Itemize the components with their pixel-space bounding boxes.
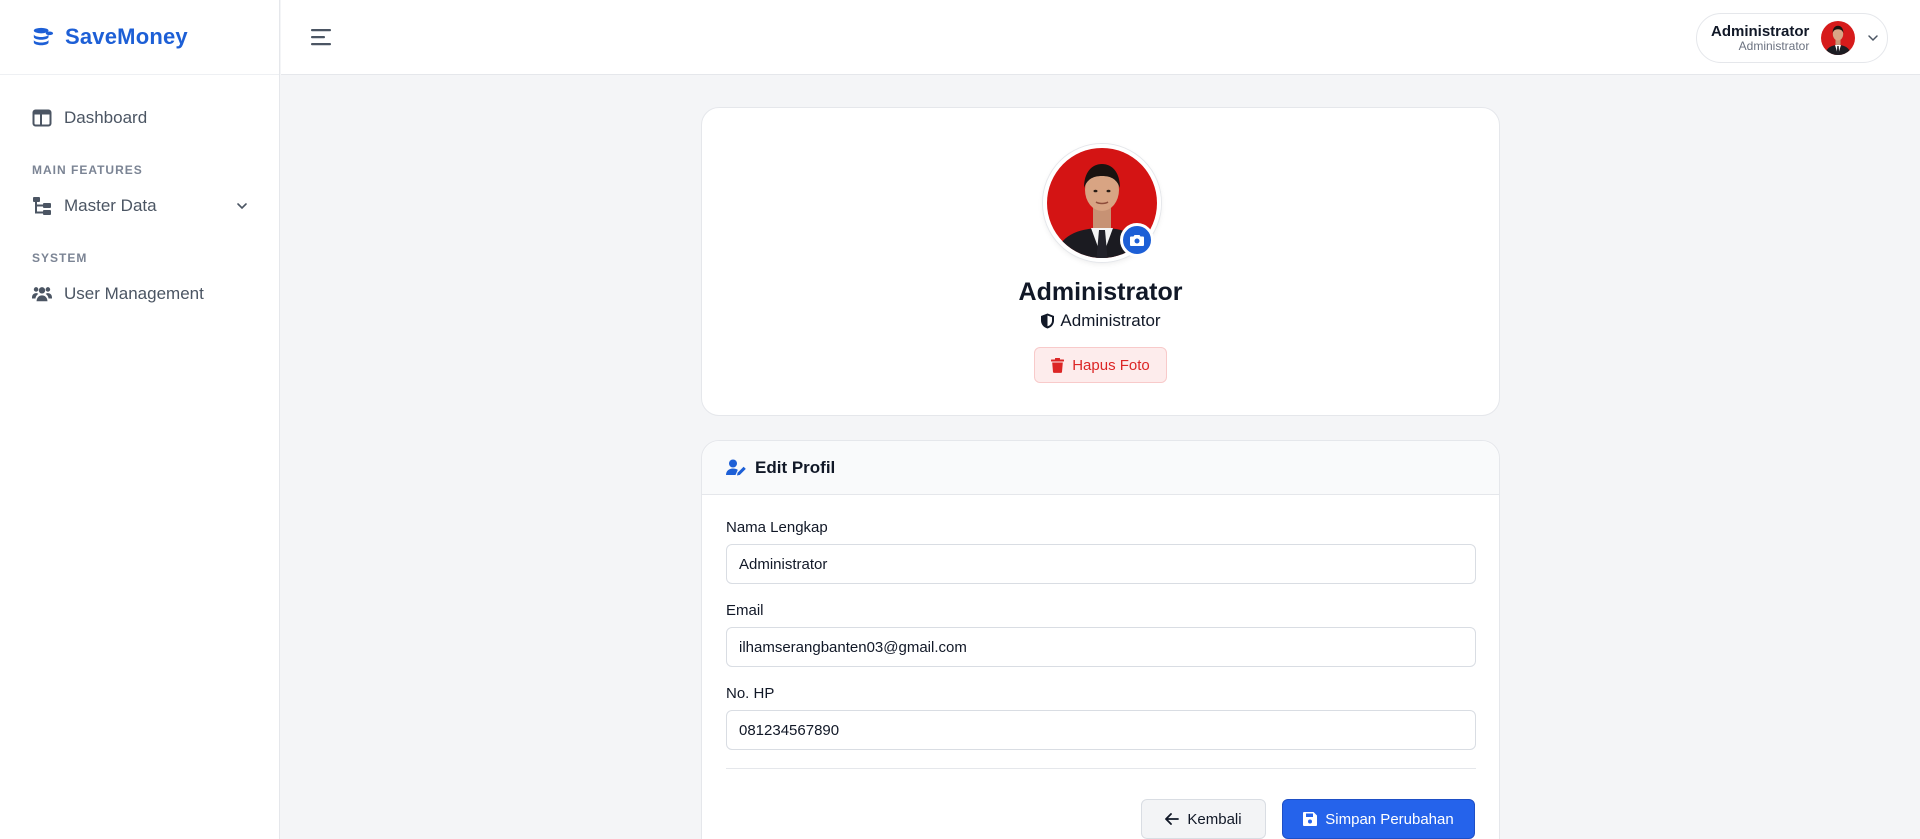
sidebar-item-label: Dashboard (64, 108, 148, 127)
save-button[interactable]: Simpan Perubahan (1282, 799, 1475, 839)
edit-profile-title: Edit Profil (755, 457, 836, 477)
profile-role-label: Administrator (1060, 311, 1161, 330)
change-photo-button[interactable] (1120, 223, 1154, 257)
section-title: SYSTEM (32, 251, 88, 265)
sidebar-nav: Dashboard MAIN FEATURES Master Data SYST… (0, 75, 279, 317)
floppy-disk-icon (1303, 812, 1318, 826)
topbar: Administrator Administrator (281, 0, 1920, 75)
chevron-down-icon[interactable] (235, 199, 249, 213)
save-label: Simpan Perubahan (1325, 810, 1454, 828)
edit-profile-card: Edit Profil Nama Lengkap Email No. HP Ke… (701, 440, 1500, 839)
delete-photo-button[interactable]: Hapus Foto (1034, 347, 1167, 383)
profile-role: Administrator (702, 311, 1499, 331)
delete-photo-label: Hapus Foto (1072, 356, 1150, 374)
menu-icon[interactable] (311, 27, 333, 47)
divider (726, 768, 1476, 769)
avatar (1821, 21, 1856, 55)
user-edit-icon (726, 459, 746, 476)
user-info: Administrator Administrator (1711, 24, 1809, 52)
user-name: Administrator (1711, 22, 1810, 40)
field-phone: No. HP (726, 685, 1476, 750)
users-icon (32, 284, 52, 304)
sidebar: SaveMoney Dashboard MAIN FEATURES Master… (0, 0, 280, 839)
edit-profile-header: Edit Profil (702, 441, 1499, 495)
shield-icon (1041, 313, 1055, 329)
sidebar-item-master-data[interactable]: Master Data (0, 183, 279, 229)
sidebar-item-user-management[interactable]: User Management (0, 271, 279, 317)
back-button[interactable]: Kembali (1141, 799, 1266, 839)
full-name-input[interactable] (726, 544, 1476, 584)
field-full-name: Nama Lengkap (726, 519, 1476, 584)
coins-icon (33, 27, 54, 46)
sitemap-icon (32, 196, 52, 216)
chevron-down-icon (1868, 35, 1879, 42)
sidebar-item-dashboard[interactable]: Dashboard (0, 95, 279, 141)
phone-input[interactable] (726, 710, 1476, 750)
field-label: Nama Lengkap (726, 519, 828, 536)
sidebar-item-label: User Management (64, 284, 204, 303)
field-label: No. HP (726, 685, 775, 702)
form-actions: Kembali Simpan Perubahan (1141, 799, 1475, 839)
arrow-left-icon (1165, 813, 1180, 825)
sidebar-item-label: Master Data (64, 196, 157, 215)
section-title: MAIN FEATURES (32, 163, 143, 177)
edit-profile-form: Nama Lengkap Email No. HP (702, 495, 1499, 769)
brand[interactable]: SaveMoney (0, 0, 279, 75)
camera-icon (1130, 235, 1144, 246)
profile-card: Administrator Administrator Hapus Foto (701, 107, 1500, 416)
back-label: Kembali (1187, 810, 1242, 828)
layout-icon (32, 108, 52, 128)
profile-name: Administrator (1018, 278, 1183, 306)
brand-name: SaveMoney (65, 24, 188, 49)
field-label: Email (726, 602, 764, 619)
trash-icon (1051, 357, 1065, 373)
user-menu[interactable]: Administrator Administrator (1696, 13, 1888, 63)
field-email: Email (726, 602, 1476, 667)
email-input[interactable] (726, 627, 1476, 667)
user-role: Administrator (1738, 38, 1810, 53)
